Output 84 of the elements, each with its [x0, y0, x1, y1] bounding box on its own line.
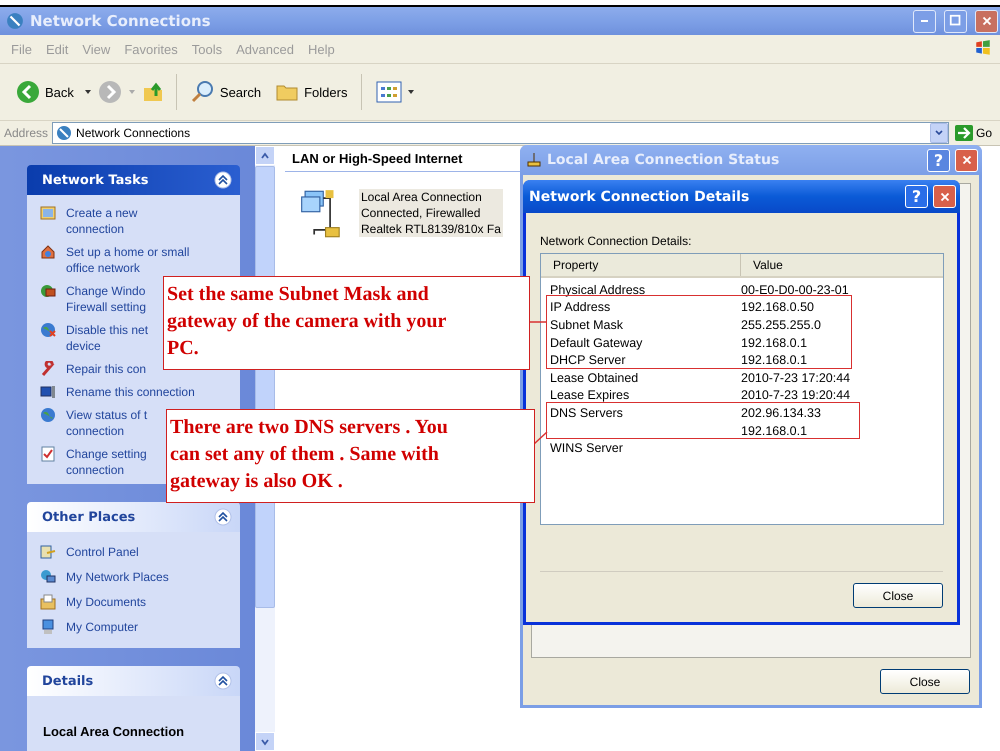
value-cell: 192.168.0.50	[741, 300, 814, 314]
control-panel-icon	[40, 544, 56, 560]
globe-icon	[40, 407, 56, 423]
help-button[interactable]: ?	[905, 185, 928, 208]
document-folder-icon	[40, 594, 56, 610]
property-cell: Lease Expires	[550, 388, 630, 402]
scroll-up-button[interactable]	[255, 146, 275, 165]
task-link[interactable]: View status of t connection	[66, 407, 148, 439]
collapse-icon	[214, 508, 232, 526]
network-plug-icon	[526, 152, 542, 168]
address-label: Address	[4, 126, 48, 140]
close-button[interactable]: Close	[853, 583, 943, 608]
caret-icon	[407, 88, 416, 96]
maximize-icon	[948, 14, 962, 28]
panel-title: Details	[42, 674, 94, 689]
minimize-icon	[921, 20, 928, 22]
place-link[interactable]: My Network Places	[66, 569, 169, 586]
value-cell: 192.168.0.1	[741, 353, 808, 368]
value-cell: 00-E0-D0-00-23-01	[741, 282, 849, 297]
panel-title: Network Tasks	[42, 172, 149, 188]
search-icon	[190, 80, 215, 104]
value-cell: 2010-7-23 17:20:44	[741, 370, 850, 385]
task-link[interactable]: Change setting connection	[66, 446, 147, 478]
property-cell: DHCP Server	[550, 353, 626, 368]
wrench-icon	[40, 361, 56, 377]
go-button[interactable]: Go	[952, 125, 1000, 141]
caret-icon	[84, 88, 92, 96]
monitor-icon	[40, 384, 56, 400]
views-grid-icon	[376, 81, 402, 103]
caret-icon	[128, 88, 136, 96]
globe-icon	[40, 322, 56, 338]
property-cell: DNS Servers	[550, 406, 623, 420]
property-cell: WINS Server	[550, 441, 623, 456]
panel-title: Other Places	[42, 510, 136, 525]
back-button[interactable]: Back	[12, 78, 78, 106]
value-cell: 255.255.255.0	[741, 318, 821, 332]
search-button[interactable]: Search	[186, 78, 266, 106]
scroll-down-button[interactable]	[255, 732, 275, 751]
place-link[interactable]: My Computer	[66, 619, 138, 636]
value-cell: 2010-7-23 19:20:44	[741, 388, 850, 402]
property-cell: Subnet Mask	[550, 318, 623, 332]
go-arrow-icon	[954, 125, 973, 141]
dropdown-icon	[934, 128, 944, 138]
column-header[interactable]: Property	[541, 254, 741, 276]
leader-line	[534, 432, 547, 444]
address-field[interactable]: Network Connections	[52, 122, 949, 144]
property-cell: Default Gateway	[550, 336, 642, 350]
folders-button[interactable]: Folders	[271, 78, 352, 106]
column-header[interactable]: Value	[741, 254, 783, 276]
leader-line	[529, 320, 547, 324]
windows-flag-icon	[974, 38, 992, 56]
task-link[interactable]: Disable this net device	[66, 322, 148, 354]
place-link[interactable]: My Documents	[66, 594, 146, 610]
annotation-callout: There are two DNS servers . You can set any of them . Same with gateway is also OK .	[166, 409, 535, 503]
place-link[interactable]: Control Panel	[66, 544, 139, 560]
value-cell: 192.168.0.1	[741, 424, 808, 438]
close-button[interactable]: Close	[880, 669, 970, 694]
annotation-callout: Set the same Subnet Mask and gateway of the camera with your PC.	[163, 276, 530, 370]
task-link[interactable]: Create a new connection	[66, 205, 138, 237]
list-label: Network Connection Details:	[539, 233, 692, 250]
window-icon	[40, 205, 56, 221]
network-computers-icon	[40, 569, 56, 586]
value-cell: 192.168.0.1	[741, 336, 808, 350]
collapse-icon	[214, 171, 232, 189]
dialog-title: Network Connection Details	[529, 188, 750, 204]
property-cell: IP Address	[550, 300, 610, 314]
value-cell: 202.96.134.33	[741, 406, 821, 420]
collapse-icon	[214, 672, 232, 690]
connection-label[interactable]: Local Area Connection Connected, Firewalled Realtek RTL8139/810x Fa	[359, 189, 503, 237]
task-link[interactable]: Change Windo Firewall setting	[66, 283, 146, 315]
computer-icon	[40, 619, 56, 636]
maximize-button[interactable]	[944, 10, 967, 32]
property-cell: Physical Address	[550, 282, 646, 297]
task-link[interactable]: Repair this con	[66, 361, 146, 377]
task-link[interactable]: Set up a home or small office network	[66, 244, 190, 276]
property-cell: Lease Obtained	[550, 370, 638, 385]
help-button[interactable]: ?	[927, 148, 950, 172]
house-icon	[40, 244, 56, 260]
checklist-icon	[40, 446, 56, 462]
minimize-button[interactable]	[913, 10, 936, 32]
task-link[interactable]: Rename this connection	[66, 384, 195, 400]
window-title: Network Connections	[30, 12, 212, 30]
details-heading: Local Area Connection	[42, 723, 186, 742]
close-button[interactable]	[975, 10, 998, 32]
